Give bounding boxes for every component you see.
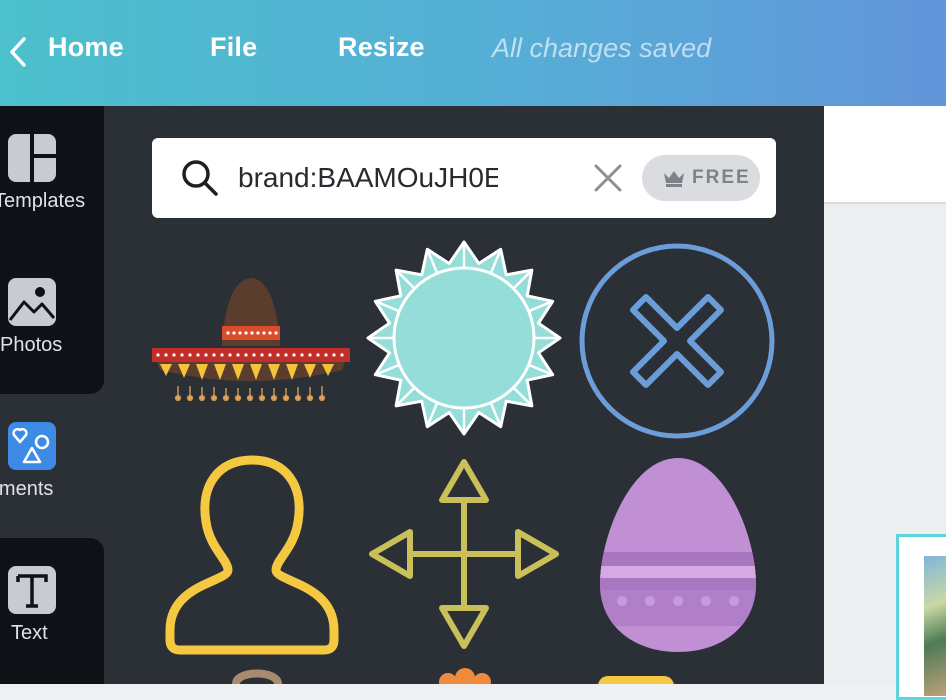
easter-egg-graphic[interactable] xyxy=(598,456,758,654)
home-button[interactable]: Home xyxy=(48,32,124,63)
search-icon xyxy=(182,160,218,196)
sidebar-item-templates[interactable]: Templates xyxy=(0,134,104,234)
design-canvas xyxy=(824,204,946,700)
sombrero-graphic[interactable] xyxy=(152,274,350,406)
free-filter-button[interactable]: FREE xyxy=(642,155,760,201)
sidebar-item-text[interactable]: Text xyxy=(0,566,104,666)
canvas-photo[interactable] xyxy=(924,556,946,696)
user-outline-graphic[interactable] xyxy=(164,452,340,656)
photos-icon xyxy=(8,278,56,326)
text-icon xyxy=(8,566,56,614)
sidebar-item-label: Templates xyxy=(0,190,86,212)
canvas-toolbar xyxy=(824,106,946,204)
elements-panel: FREE xyxy=(104,106,824,684)
side-rail: Templates Photos Elements Text xyxy=(0,106,104,684)
partial-graphic[interactable] xyxy=(598,676,674,684)
templates-icon xyxy=(8,134,56,182)
teal-badge-graphic[interactable] xyxy=(366,240,562,436)
save-status: All changes saved xyxy=(492,33,712,63)
partial-graphic[interactable] xyxy=(230,666,284,684)
resize-button[interactable]: Resize xyxy=(338,32,425,63)
close-icon[interactable] xyxy=(592,162,624,194)
elements-icon xyxy=(8,422,56,470)
top-header: Home File Resize All changes saved xyxy=(0,0,946,106)
circle-x-graphic[interactable] xyxy=(578,242,776,440)
sidebar-item-label: Text xyxy=(11,622,48,644)
sidebar-item-elements[interactable]: Elements xyxy=(0,422,104,522)
chevron-left-icon[interactable] xyxy=(6,36,30,68)
crown-icon xyxy=(664,171,684,187)
sidebar-item-label: Elements xyxy=(0,478,54,500)
sidebar-item-label: Photos xyxy=(0,334,63,356)
four-way-arrows-graphic[interactable] xyxy=(366,456,562,652)
search-input[interactable] xyxy=(238,156,498,200)
sidebar-item-photos[interactable]: Photos xyxy=(0,278,104,378)
free-label: FREE xyxy=(692,167,751,188)
search-bar: FREE xyxy=(152,138,776,218)
partial-graphic[interactable] xyxy=(434,668,496,684)
file-menu[interactable]: File xyxy=(210,32,257,63)
